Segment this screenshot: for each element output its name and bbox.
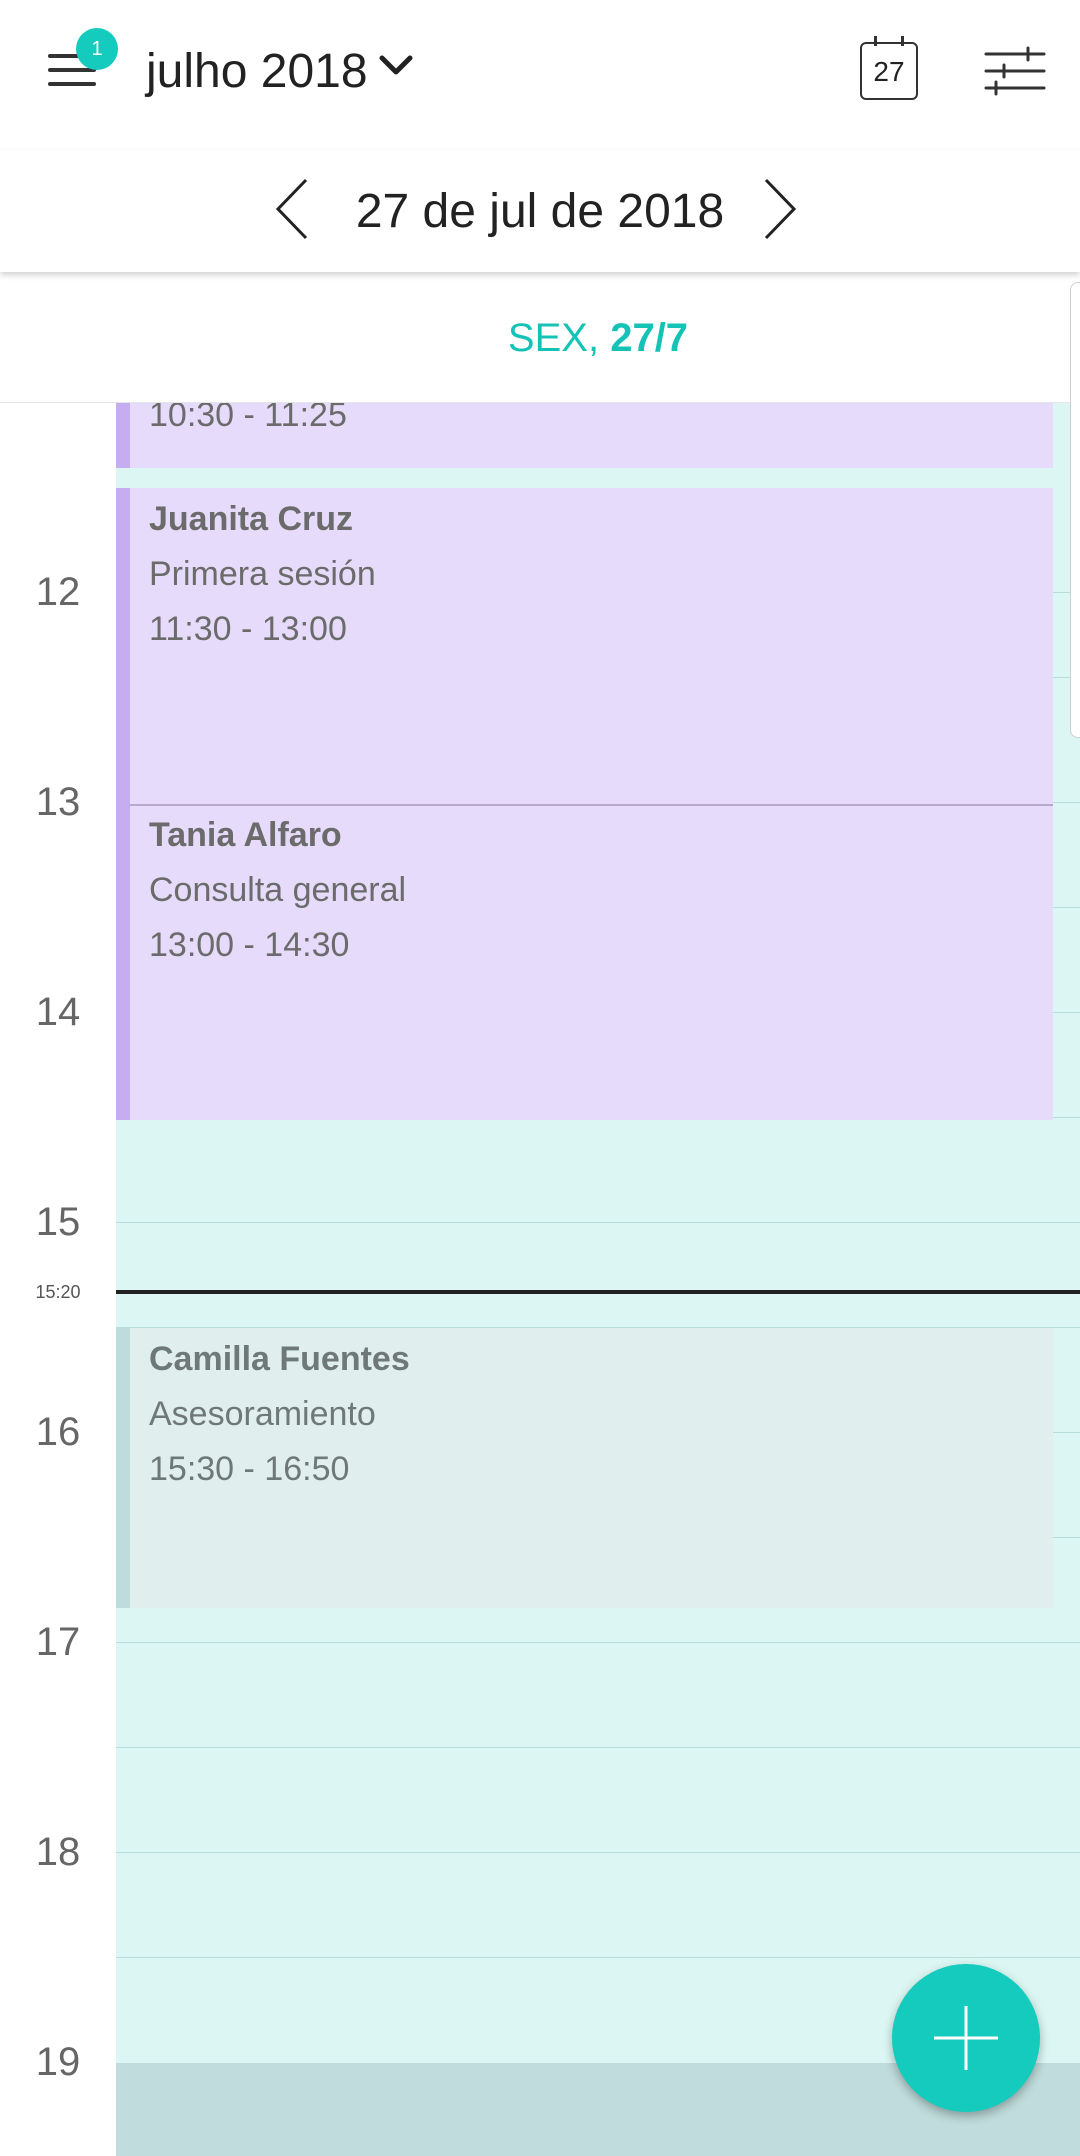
half-hour-line (116, 1957, 1080, 1958)
day-label: SEX, 27/7 (116, 316, 1080, 361)
hour-label: 17 (35, 1620, 81, 1664)
event-time: 10:30 - 11:25 (149, 402, 347, 434)
day-timeline[interactable]: 12 13 14 15 16 17 18 19 10:30 - 11:25 Ju… (0, 402, 1080, 2156)
event-service: Asesoramiento (149, 1395, 376, 1433)
hour-label: 18 (35, 1830, 81, 1874)
scroll-handle[interactable] (1070, 282, 1080, 738)
day-column-header: SEX, 27/7 (0, 272, 1080, 403)
chevron-right-icon (764, 178, 797, 240)
hour-label: 12 (35, 570, 81, 614)
chevron-down-icon[interactable] (378, 50, 414, 85)
plus-icon (934, 2006, 998, 2070)
hour-line (116, 1222, 1080, 1223)
hour-label: 13 (35, 780, 81, 824)
event-card[interactable]: 10:30 - 11:25 (116, 402, 1053, 468)
event-time: 13:00 - 14:30 (149, 926, 350, 964)
event-service: Primera sesión (149, 555, 376, 593)
calendar-icon: 27 (873, 56, 905, 87)
hour-label: 19 (35, 2040, 81, 2084)
day-date-label: 27/7 (610, 316, 689, 360)
half-hour-line (116, 1747, 1080, 1748)
filter-sliders-icon (984, 46, 1046, 96)
filter-button[interactable] (984, 46, 1046, 96)
date-navigation: 27 de jul de 2018 (0, 150, 1080, 272)
event-client-name: Camilla Fuentes (149, 1340, 410, 1378)
event-service: Consulta general (149, 871, 407, 909)
event-client-name: Tania Alfaro (149, 816, 342, 854)
hour-line (116, 1852, 1080, 1853)
current-time-label: 15:20 (35, 1282, 81, 1302)
event-card[interactable]: Juanita Cruz Primera sesión 11:30 - 13:0… (116, 488, 1053, 1120)
today-calendar-button[interactable]: 27 (860, 36, 918, 100)
hour-line (116, 1642, 1080, 1643)
event-client-name: Juanita Cruz (149, 500, 354, 538)
hour-label: 14 (35, 990, 81, 1034)
app-bar: 1 julho 2018 27 (0, 0, 1080, 150)
weekday-label: SEX, (507, 316, 600, 360)
month-selector-label[interactable]: julho 2018 (146, 44, 368, 99)
next-day-button[interactable] (760, 176, 800, 247)
hour-label: 15 (35, 1200, 81, 1244)
hour-label: 16 (35, 1410, 81, 1454)
add-appointment-button[interactable] (892, 1964, 1040, 2112)
current-date-title: 27 de jul de 2018 (355, 185, 725, 238)
event-time: 11:30 - 13:00 (149, 610, 347, 648)
notification-badge: 1 (76, 28, 118, 70)
current-time-line (116, 1290, 1080, 1294)
event-card[interactable]: Camilla Fuentes Asesoramiento 15:30 - 16… (116, 1328, 1053, 1608)
event-time: 15:30 - 16:50 (149, 1450, 350, 1488)
